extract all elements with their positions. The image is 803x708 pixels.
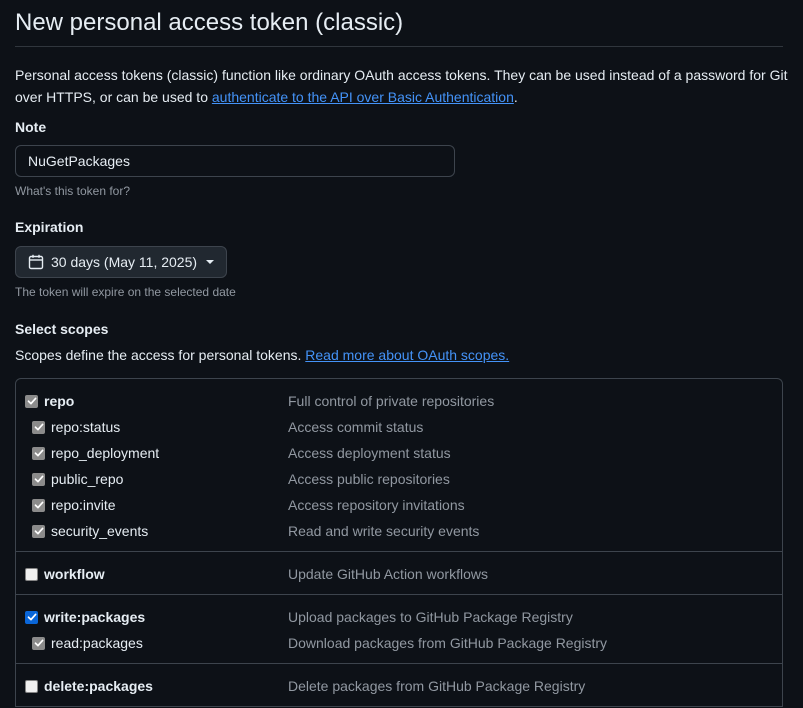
- intro-period: .: [513, 89, 518, 105]
- scope-description: Access commit status: [288, 419, 424, 435]
- scope-group: write:packages Upload packages to GitHub …: [16, 595, 782, 664]
- scope-name-cell[interactable]: read:packages: [16, 635, 288, 651]
- scope-description: Full control of private repositories: [288, 393, 495, 409]
- scope-row: delete:packages Delete packages from GitH…: [16, 673, 782, 699]
- basic-auth-link[interactable]: authenticate to the API over Basic Authe…: [212, 89, 514, 105]
- scope-name: repo: [44, 393, 75, 409]
- check-icon: [34, 639, 43, 647]
- scope-description: Read and write security events: [288, 523, 480, 539]
- token-form-page: New personal access token (classic) Pers…: [15, 0, 787, 707]
- scope-description: Delete packages from GitHub Package Regi…: [288, 678, 586, 694]
- scope-row: public_repo Access public repositories: [16, 466, 782, 492]
- scopes-description: Scopes define the access for personal to…: [15, 347, 783, 367]
- scope-row: write:packages Upload packages to GitHub …: [16, 604, 782, 630]
- scope-checkbox[interactable]: [25, 610, 38, 624]
- scope-checkbox[interactable]: [32, 446, 45, 460]
- scope-row: repo:invite Access repository invitations: [16, 492, 782, 518]
- scope-description: Update GitHub Action workflows: [288, 566, 488, 582]
- check-icon: [27, 613, 36, 621]
- note-label: Note: [15, 119, 47, 135]
- scope-name: workflow: [44, 566, 105, 582]
- intro-text: Personal access tokens (classic) functio…: [15, 64, 790, 108]
- check-icon: [34, 449, 43, 457]
- note-hint: What's this token for?: [15, 184, 131, 198]
- scope-checkbox[interactable]: [25, 679, 38, 693]
- scope-description: Upload packages to GitHub Package Regist…: [288, 609, 573, 625]
- scope-name-cell[interactable]: delete:packages: [16, 678, 288, 694]
- scope-row: security_events Read and write security e…: [16, 518, 782, 544]
- expiration-value: 30 days (May 11, 2025): [51, 254, 198, 270]
- scope-row: workflow Update GitHub Action workflows: [16, 561, 782, 587]
- check-icon: [34, 527, 43, 535]
- expiration-label: Expiration: [15, 219, 84, 235]
- scope-name-cell[interactable]: repo:invite: [16, 497, 288, 513]
- calendar-icon: [28, 254, 44, 270]
- oauth-scopes-link[interactable]: Read more about OAuth scopes.: [305, 347, 509, 363]
- expiration-row: 30 days (May 11, 2025): [15, 239, 783, 278]
- scope-name: delete:packages: [44, 678, 153, 694]
- scope-group: repo Full control of private repositories…: [16, 379, 782, 552]
- expiration-hint: The token will expire on the selected da…: [15, 285, 236, 299]
- scope-name-cell[interactable]: repo_deployment: [16, 445, 288, 461]
- note-input[interactable]: [15, 145, 455, 177]
- scope-description: Access deployment status: [288, 445, 451, 461]
- triangle-down-icon: [206, 260, 215, 264]
- scope-name: read:packages: [51, 635, 143, 651]
- scope-checkbox[interactable]: [32, 524, 45, 538]
- scope-description: Download packages from GitHub Package Re…: [288, 635, 608, 651]
- scope-description: Access public repositories: [288, 471, 450, 487]
- page-title: New personal access token (classic): [15, 0, 783, 47]
- scope-description: Access repository invitations: [288, 497, 465, 513]
- scope-checkbox[interactable]: [32, 636, 45, 650]
- scope-row: repo_deployment Access deployment status: [16, 440, 782, 466]
- scope-checkbox[interactable]: [32, 420, 45, 434]
- scope-name: security_events: [51, 523, 149, 539]
- expiration-dropdown[interactable]: 30 days (May 11, 2025): [15, 246, 228, 278]
- scope-name-cell[interactable]: security_events: [16, 523, 288, 539]
- scope-checkbox[interactable]: [32, 498, 45, 512]
- scope-checkbox[interactable]: [25, 567, 38, 581]
- scope-name-cell[interactable]: workflow: [16, 566, 288, 582]
- scope-name: repo:invite: [51, 497, 116, 513]
- scope-row: repo Full control of private repositories: [16, 388, 782, 414]
- scopes-label: Select scopes: [15, 321, 109, 337]
- scope-group: delete:packages Delete packages from GitH…: [16, 664, 782, 707]
- scope-checkbox[interactable]: [25, 394, 38, 408]
- scope-checkbox[interactable]: [32, 472, 45, 486]
- scope-name-cell[interactable]: repo: [16, 393, 288, 409]
- scopes-description-text: Scopes define the access for personal to…: [15, 347, 306, 363]
- check-icon: [34, 475, 43, 483]
- scope-table: repo Full control of private repositories…: [15, 378, 783, 707]
- scope-row: read:packages Download packages from GitH…: [16, 630, 782, 656]
- scope-name: write:packages: [44, 609, 146, 625]
- scope-name-cell[interactable]: public_repo: [16, 471, 288, 487]
- check-icon: [34, 501, 43, 509]
- scope-name: repo:status: [51, 419, 121, 435]
- scope-row: repo:status Access commit status: [16, 414, 782, 440]
- scope-name: repo_deployment: [51, 445, 160, 461]
- scope-name: public_repo: [51, 471, 124, 487]
- scope-group: workflow Update GitHub Action workflows: [16, 552, 782, 595]
- check-icon: [27, 397, 36, 405]
- scope-name-cell[interactable]: repo:status: [16, 419, 288, 435]
- scope-name-cell[interactable]: write:packages: [16, 609, 288, 625]
- check-icon: [34, 423, 43, 431]
